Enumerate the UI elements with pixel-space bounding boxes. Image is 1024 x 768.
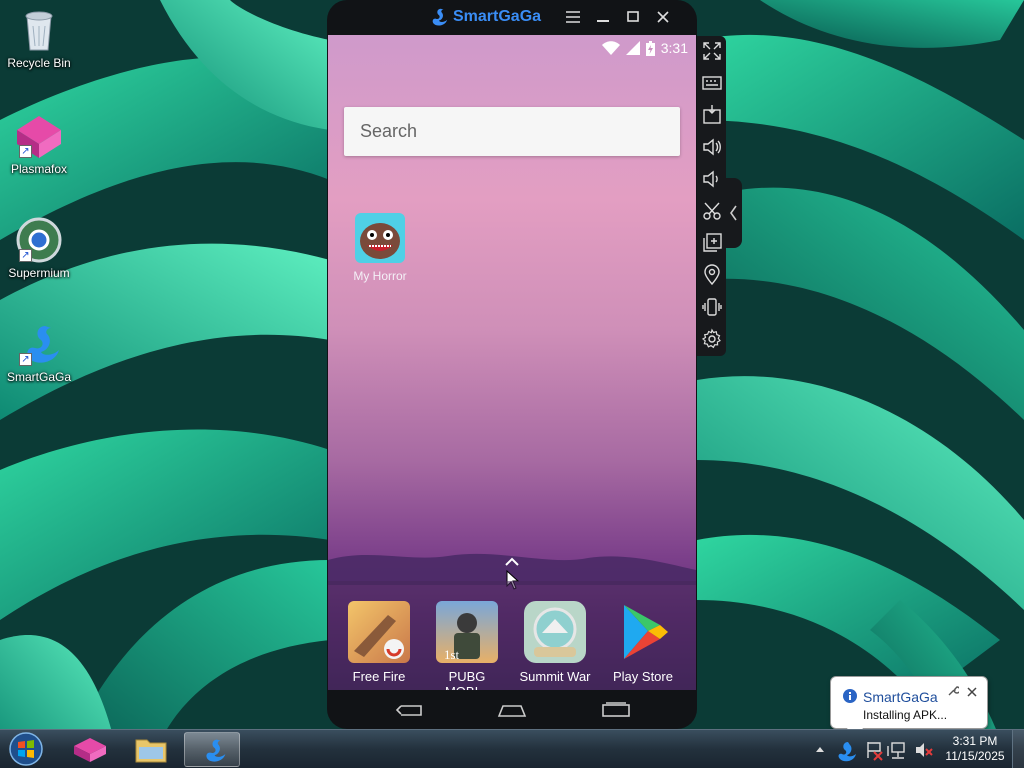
emulator-titlebar[interactable]: SmartGaGa bbox=[327, 0, 697, 36]
chevron-left-icon bbox=[730, 205, 737, 221]
minimize-icon bbox=[597, 20, 609, 22]
shortcut-arrow-icon: ↗ bbox=[19, 145, 32, 158]
app-free-fire[interactable]: Free Fire bbox=[339, 601, 419, 684]
shortcut-arrow-icon: ↗ bbox=[19, 353, 32, 366]
notification-close-button[interactable] bbox=[967, 685, 977, 700]
app-my-horror[interactable]: My Horror bbox=[340, 213, 420, 283]
supermium-icon: ↗ bbox=[15, 216, 63, 264]
android-status-bar: 3:31 bbox=[601, 39, 688, 57]
taskbar-clock[interactable]: 3:31 PM 11/15/2025 bbox=[940, 734, 1010, 764]
show-hidden-icons-icon[interactable] bbox=[816, 747, 824, 752]
volume-down-icon[interactable] bbox=[701, 168, 723, 190]
status-time: 3:31 bbox=[660, 40, 688, 56]
notification-title: SmartGaGa bbox=[863, 689, 938, 705]
brand-name: SmartGaGa bbox=[453, 8, 542, 25]
hamburger-icon bbox=[566, 11, 580, 23]
close-button[interactable] bbox=[653, 8, 673, 28]
taskbar-file-explorer[interactable] bbox=[123, 732, 179, 767]
emulator-window: SmartGaGa 3:31 Search My Horror Free Fir… bbox=[327, 0, 697, 729]
network-icon[interactable] bbox=[887, 742, 905, 759]
app-label: My Horror bbox=[353, 269, 407, 283]
flag-action-center-icon[interactable] bbox=[867, 742, 883, 761]
swan-logo-icon bbox=[432, 8, 448, 26]
clock-date: 11/15/2025 bbox=[945, 749, 1005, 763]
pubg-mobile-icon: 1st bbox=[436, 601, 498, 663]
folder-icon bbox=[135, 739, 167, 763]
plasmafox-icon: ↗ bbox=[15, 112, 63, 160]
emulator-side-toolbar bbox=[697, 36, 726, 356]
keyboard-icon[interactable] bbox=[701, 72, 723, 94]
back-icon[interactable] bbox=[395, 700, 425, 720]
recycle-bin-icon bbox=[15, 6, 63, 54]
app-label: Summit War bbox=[519, 669, 591, 684]
app-label: Play Store bbox=[613, 669, 673, 684]
settings-gear-icon[interactable] bbox=[701, 328, 723, 350]
taskbar-plasmafox[interactable] bbox=[62, 732, 118, 767]
show-desktop-button[interactable] bbox=[1012, 730, 1024, 768]
shake-vibrate-icon[interactable] bbox=[701, 296, 723, 318]
desktop-icon-recycle-bin[interactable]: Recycle Bin bbox=[4, 6, 74, 70]
emulator-brand: SmartGaGa bbox=[427, 6, 541, 28]
menu-button[interactable] bbox=[563, 8, 583, 28]
smartgaga-icon bbox=[206, 739, 226, 762]
home-icon[interactable] bbox=[497, 700, 527, 720]
multi-instance-icon[interactable] bbox=[701, 232, 723, 254]
location-pin-icon[interactable] bbox=[701, 264, 723, 286]
desktop-icon-plasmafox[interactable]: ↗ Plasmafox bbox=[4, 112, 74, 176]
desktop-icon-label: SmartGaGa bbox=[6, 370, 72, 384]
start-button[interactable] bbox=[6, 731, 46, 768]
desktop-icon-label: Supermium bbox=[8, 266, 70, 280]
taskbar-smartgaga[interactable] bbox=[184, 732, 240, 767]
smartgaga-icon: ↗ bbox=[15, 320, 63, 368]
android-nav-bar bbox=[327, 690, 697, 729]
app-pubg-mobile[interactable]: 1st PUBG MOBI... bbox=[427, 601, 507, 690]
my-horror-icon bbox=[355, 213, 405, 263]
toolbar-collapse-button[interactable] bbox=[726, 178, 742, 248]
desktop-icon-smartgaga[interactable]: ↗ SmartGaGa bbox=[4, 320, 74, 384]
free-fire-icon bbox=[348, 601, 410, 663]
svg-text:1st: 1st bbox=[444, 647, 460, 662]
plasmafox-icon bbox=[74, 738, 106, 762]
app-dock: Free Fire 1st PUBG MOBI... bbox=[328, 581, 696, 690]
close-icon bbox=[657, 11, 669, 23]
close-icon bbox=[967, 687, 977, 697]
smartgaga-tray-icon[interactable] bbox=[838, 742, 856, 762]
windows-taskbar: 3:31 PM 11/15/2025 bbox=[0, 729, 1024, 768]
home-search-bar[interactable]: Search bbox=[344, 107, 680, 156]
shortcut-arrow-icon: ↗ bbox=[19, 249, 32, 262]
app-label: PUBG MOBI... bbox=[445, 669, 489, 690]
minimize-button[interactable] bbox=[593, 8, 613, 28]
system-tray bbox=[816, 742, 933, 762]
wrench-icon[interactable] bbox=[947, 685, 959, 697]
fullscreen-icon[interactable] bbox=[701, 40, 723, 62]
wifi-icon bbox=[601, 41, 620, 55]
maximize-icon bbox=[627, 11, 639, 22]
maximize-button[interactable] bbox=[623, 8, 643, 28]
app-label: Free Fire bbox=[352, 669, 406, 684]
install-apk-icon[interactable] bbox=[701, 104, 723, 126]
info-icon bbox=[843, 689, 857, 703]
play-store-icon bbox=[612, 601, 674, 663]
notification-message: Installing APK... bbox=[863, 708, 948, 722]
signal-icon bbox=[625, 41, 640, 55]
summit-war-icon bbox=[524, 601, 586, 663]
desktop-icon-label: Recycle Bin bbox=[7, 56, 71, 70]
app-drawer-chevron-icon[interactable] bbox=[503, 555, 521, 569]
app-summit-war[interactable]: Summit War bbox=[515, 601, 595, 684]
volume-muted-icon[interactable] bbox=[916, 743, 933, 757]
app-play-store[interactable]: Play Store bbox=[603, 601, 683, 684]
desktop-icon-supermium[interactable]: ↗ Supermium bbox=[4, 216, 74, 280]
tray-notification[interactable]: SmartGaGa Installing APK... bbox=[830, 676, 988, 740]
clock-time: 3:31 PM bbox=[952, 734, 998, 748]
android-screen[interactable]: 3:31 Search My Horror Free Fire 1st PUBG… bbox=[328, 35, 696, 690]
recent-apps-icon[interactable] bbox=[601, 700, 631, 720]
battery-charging-icon bbox=[645, 40, 655, 56]
desktop-icon-label: Plasmafox bbox=[10, 162, 68, 176]
screenshot-scissors-icon[interactable] bbox=[701, 200, 723, 222]
volume-up-icon[interactable] bbox=[701, 136, 723, 158]
